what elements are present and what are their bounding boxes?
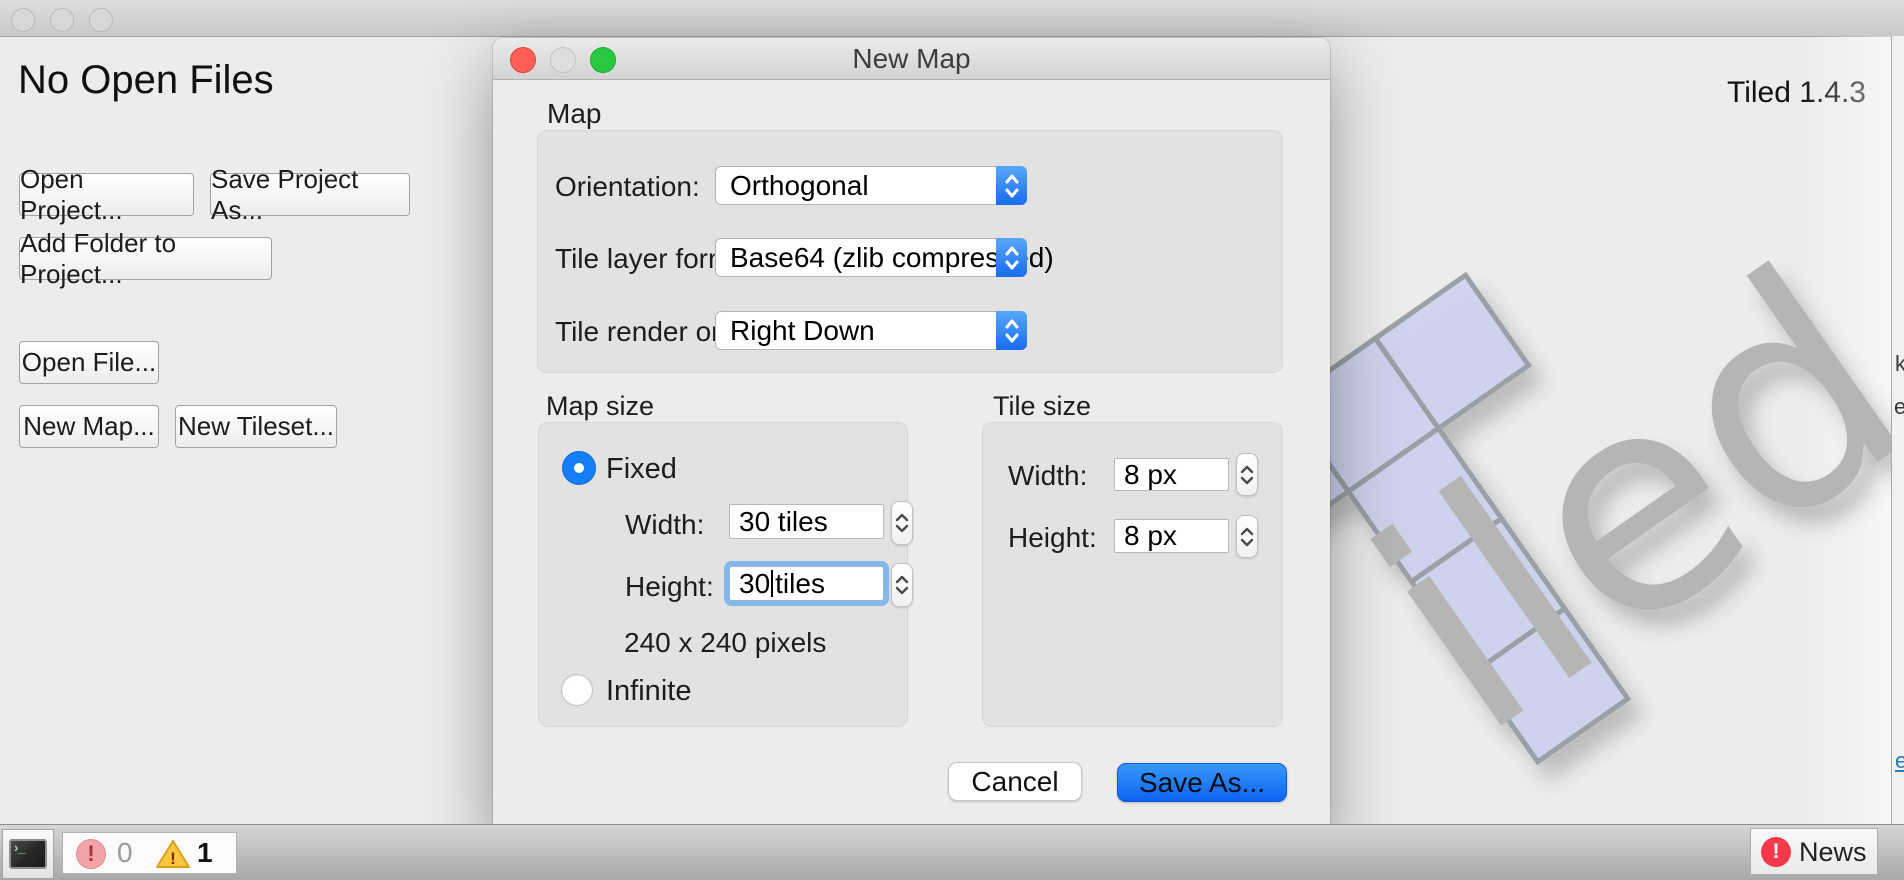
stepper-down-icon: [1240, 476, 1254, 485]
new-tileset-button[interactable]: New Tileset...: [175, 405, 337, 448]
map-section-group: Orientation: Orthogonal Tile layer forma…: [537, 130, 1283, 373]
tile-render-order-value: Right Down: [730, 312, 875, 349]
tile-height-value: 8 px: [1124, 520, 1177, 552]
terminal-icon: [9, 839, 47, 869]
map-height-value: 30: [739, 568, 770, 600]
combo-arrows-icon: [996, 238, 1027, 277]
stepper-down-icon: [895, 524, 909, 533]
minimize-icon[interactable]: [50, 8, 74, 32]
news-button[interactable]: ! News: [1750, 828, 1878, 875]
close-icon[interactable]: [510, 47, 536, 73]
stepper-down-icon: [895, 586, 909, 595]
infinite-radio-label: Infinite: [606, 675, 691, 708]
edge-text-fragment: e: [1894, 394, 1904, 420]
tile-height-label: Height:: [1008, 522, 1097, 554]
stepper-down-icon: [1240, 538, 1254, 547]
edge-text-fragment: k: [1895, 351, 1904, 377]
svg-text:!: !: [170, 849, 176, 868]
tile-height-input[interactable]: 8 px: [1114, 519, 1229, 553]
open-file-button[interactable]: Open File...: [19, 341, 159, 384]
fixed-radio-label: Fixed: [606, 453, 677, 486]
map-size-group: Fixed Width: 30 tiles Height: 30tiles 24…: [538, 422, 908, 727]
zoom-icon[interactable]: [590, 47, 616, 73]
text-cursor: [771, 570, 773, 597]
error-icon: !: [76, 839, 106, 869]
edge-link-fragment[interactable]: e: [1895, 748, 1904, 774]
open-project-button[interactable]: Open Project...: [19, 173, 194, 216]
tile-size-group: Width: 8 px Height: 8 px: [982, 422, 1283, 727]
combo-arrows-icon: [996, 166, 1027, 205]
console-toggle-button[interactable]: [2, 829, 54, 879]
stepper-up-icon: [1240, 527, 1254, 536]
tile-width-stepper[interactable]: [1236, 453, 1258, 496]
warning-count: 1: [197, 837, 213, 869]
map-height-label: Height:: [625, 571, 714, 603]
zoom-icon[interactable]: [89, 8, 113, 32]
tile-render-order-select[interactable]: Right Down: [715, 311, 1027, 350]
infinite-radio[interactable]: [561, 674, 593, 706]
stepper-up-icon: [1240, 465, 1254, 474]
dialog-title: New Map: [493, 38, 1330, 80]
dialog-titlebar[interactable]: New Map: [493, 38, 1330, 80]
close-icon[interactable]: [11, 8, 35, 32]
orientation-label: Orientation:: [555, 171, 700, 203]
minimize-icon: [550, 47, 576, 73]
save-project-as-button[interactable]: Save Project As...: [210, 173, 410, 216]
map-width-stepper[interactable]: [891, 501, 913, 545]
stepper-up-icon: [895, 513, 909, 522]
fixed-radio[interactable]: [562, 451, 596, 485]
map-section-caption: Map: [547, 98, 601, 130]
right-gradient-band: [1800, 36, 1891, 824]
status-bar: [0, 824, 1904, 880]
main-titlebar: [0, 0, 1904, 37]
map-height-stepper[interactable]: [891, 563, 913, 607]
map-width-value: 30 tiles: [739, 506, 828, 538]
new-map-dialog: New Map Map Orientation: Orthogonal Tile…: [493, 38, 1330, 840]
issues-counter-panel[interactable]: ! 0 ! 1: [62, 832, 237, 874]
map-pixels-text: 240 x 240 pixels: [624, 627, 826, 659]
orientation-value: Orthogonal: [730, 167, 869, 204]
tile-width-label: Width:: [1008, 460, 1087, 492]
news-button-label: News: [1799, 837, 1867, 868]
news-badge-icon: !: [1761, 837, 1791, 867]
map-height-suffix: tiles: [775, 568, 825, 600]
map-height-input[interactable]: 30tiles: [729, 566, 884, 601]
new-map-button[interactable]: New Map...: [19, 405, 159, 448]
tile-size-caption: Tile size: [993, 391, 1091, 422]
map-width-label: Width:: [625, 509, 704, 541]
cancel-button[interactable]: Cancel: [948, 762, 1082, 801]
page-title: No Open Files: [18, 58, 274, 103]
tile-width-value: 8 px: [1124, 459, 1177, 491]
error-count: 0: [117, 837, 133, 869]
orientation-select[interactable]: Orthogonal: [715, 166, 1027, 205]
combo-arrows-icon: [996, 311, 1027, 350]
app-window: No Open Files Tiled 1.4.3 Open Project..…: [0, 0, 1904, 880]
tile-layer-format-select[interactable]: Base64 (zlib compressed): [715, 238, 1027, 277]
tile-width-input[interactable]: 8 px: [1114, 458, 1229, 491]
map-width-input[interactable]: 30 tiles: [729, 504, 884, 539]
save-as-button[interactable]: Save As...: [1117, 763, 1287, 802]
stepper-up-icon: [895, 575, 909, 584]
add-folder-to-project-button[interactable]: Add Folder to Project...: [19, 237, 272, 280]
warning-icon: !: [155, 838, 191, 870]
map-size-caption: Map size: [546, 391, 654, 422]
tile-height-stepper[interactable]: [1236, 515, 1258, 558]
right-edge-panel: k e e: [1891, 36, 1904, 824]
